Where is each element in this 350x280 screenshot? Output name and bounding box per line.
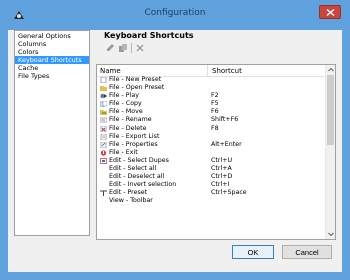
shortcut-name: File - Rename — [109, 116, 152, 124]
shortcut-keys: Ctrl+I — [211, 181, 230, 189]
copy-file-icon — [99, 101, 108, 108]
vertical-scrollbar[interactable] — [325, 65, 335, 239]
rename-icon — [99, 117, 108, 123]
shortcut-name: File - Exit — [109, 148, 138, 156]
table-row[interactable]: File - Properties Alt+Enter — [97, 141, 325, 149]
move-icon — [100, 109, 107, 116]
table-row[interactable]: Edit - Invert selection Ctrl+I — [97, 181, 325, 189]
column-header-shortcut[interactable]: Shortcut — [212, 67, 242, 75]
select-dupes-icon — [100, 158, 107, 164]
shortcut-name: View - Toolbar — [109, 197, 153, 205]
copy-icon[interactable] — [118, 43, 128, 53]
table-row[interactable]: Edit - Preset Ctrl+Space — [97, 189, 325, 197]
shortcut-name: File - Export List — [109, 132, 160, 140]
cancel-button[interactable]: Cancel — [282, 245, 332, 259]
shortcut-name: Edit - Preset — [109, 189, 148, 197]
toolbar-separator — [131, 43, 132, 53]
table-row[interactable]: File - Open Preset — [97, 84, 325, 92]
dialog-body: General Options Columns Colors Keyboard … — [8, 30, 342, 272]
table-row[interactable]: Edit - Select Dupes Ctrl+U — [97, 157, 325, 165]
category-item-general-options[interactable]: General Options — [15, 32, 89, 40]
scroll-down-icon[interactable] — [326, 229, 335, 239]
edit-icon[interactable] — [106, 43, 116, 53]
table-row[interactable]: File - Copy F5 — [97, 100, 325, 108]
scroll-up-icon[interactable] — [326, 65, 335, 75]
window-title: Configuration — [144, 8, 206, 18]
shortcut-keys: Ctrl+A — [211, 165, 232, 173]
table-row[interactable]: Edit - Select all Ctrl+A — [97, 165, 325, 173]
category-item-file-types[interactable]: File Types — [15, 72, 89, 80]
table-row[interactable]: View - Toolbar — [97, 197, 325, 205]
shortcut-name: File - Play — [109, 92, 139, 100]
column-header-name[interactable]: Name — [100, 67, 121, 75]
shortcut-rows: File - New Preset File - Open Preset File … — [97, 76, 325, 206]
delete-file-icon — [100, 125, 107, 132]
new-file-icon — [100, 76, 107, 84]
shortcut-name: File - Open Preset — [109, 84, 165, 92]
shortcut-name: File - Delete — [109, 124, 147, 132]
category-item-cache[interactable]: Cache — [15, 64, 89, 72]
shortcut-keys: F2 — [211, 92, 219, 100]
column-divider[interactable] — [207, 65, 208, 76]
close-icon — [326, 9, 335, 16]
category-item-columns[interactable]: Columns — [15, 40, 89, 48]
category-item-colors[interactable]: Colors — [15, 48, 89, 56]
table-row[interactable]: File - Export List — [97, 133, 325, 141]
shortcut-name: Edit - Invert selection — [109, 181, 177, 189]
shortcut-name: Edit - Select Dupes — [109, 156, 169, 164]
scrollbar-thumb[interactable] — [327, 75, 334, 145]
shortcut-name: File - Properties — [109, 140, 158, 148]
configuration-window: Configuration General Options Columns Co… — [0, 0, 350, 280]
title-bar[interactable]: Configuration — [0, 0, 350, 30]
shortcut-keys: F8 — [211, 124, 219, 132]
shortcut-keys: F6 — [211, 108, 219, 116]
table-row[interactable]: File - Delete F8 — [97, 125, 325, 133]
edit-preset-icon — [100, 190, 107, 197]
table-row[interactable]: File - Move F6 — [97, 108, 325, 116]
delete-icon[interactable] — [135, 43, 145, 53]
table-row[interactable]: File - Rename Shift+F6 — [97, 116, 325, 124]
close-button[interactable] — [319, 5, 341, 19]
properties-icon — [100, 141, 107, 149]
keyboard-shortcuts-panel: Keyboard Shortcuts Name Shortcut File - … — [96, 30, 336, 272]
table-row[interactable]: File - Exit — [97, 149, 325, 157]
category-list[interactable]: General Options Columns Colors Keyboard … — [14, 30, 90, 236]
exit-icon — [100, 150, 107, 156]
shortcut-name: File - Copy — [109, 100, 142, 108]
shortcut-name: File - Move — [109, 108, 143, 116]
ok-button[interactable]: OK — [232, 245, 274, 259]
panel-title: Keyboard Shortcuts — [104, 31, 194, 40]
shortcut-keys: Shift+F6 — [211, 116, 239, 124]
shortcut-keys: Ctrl+D — [211, 173, 233, 181]
shortcut-name: File - New Preset — [109, 76, 162, 83]
open-folder-icon — [100, 85, 107, 92]
table-row[interactable]: Edit - Deselect all Ctrl+D — [97, 173, 325, 181]
shortcuts-list[interactable]: Name Shortcut File - New Preset File - Op… — [96, 64, 336, 240]
table-row[interactable]: File - New Preset — [97, 76, 325, 84]
shortcut-keys: Ctrl+Space — [211, 189, 247, 197]
table-row[interactable]: File - Play F2 — [97, 92, 325, 100]
shortcut-keys: Alt+Enter — [211, 140, 242, 148]
category-item-keyboard-shortcuts[interactable]: Keyboard Shortcuts — [15, 56, 89, 64]
shortcut-keys: Ctrl+U — [211, 156, 233, 164]
export-list-icon — [100, 133, 107, 140]
play-icon — [100, 93, 107, 99]
shortcut-name: Edit - Deselect all — [109, 173, 165, 181]
shortcut-name: Edit - Select all — [109, 165, 157, 173]
shortcut-keys: F5 — [211, 100, 219, 108]
